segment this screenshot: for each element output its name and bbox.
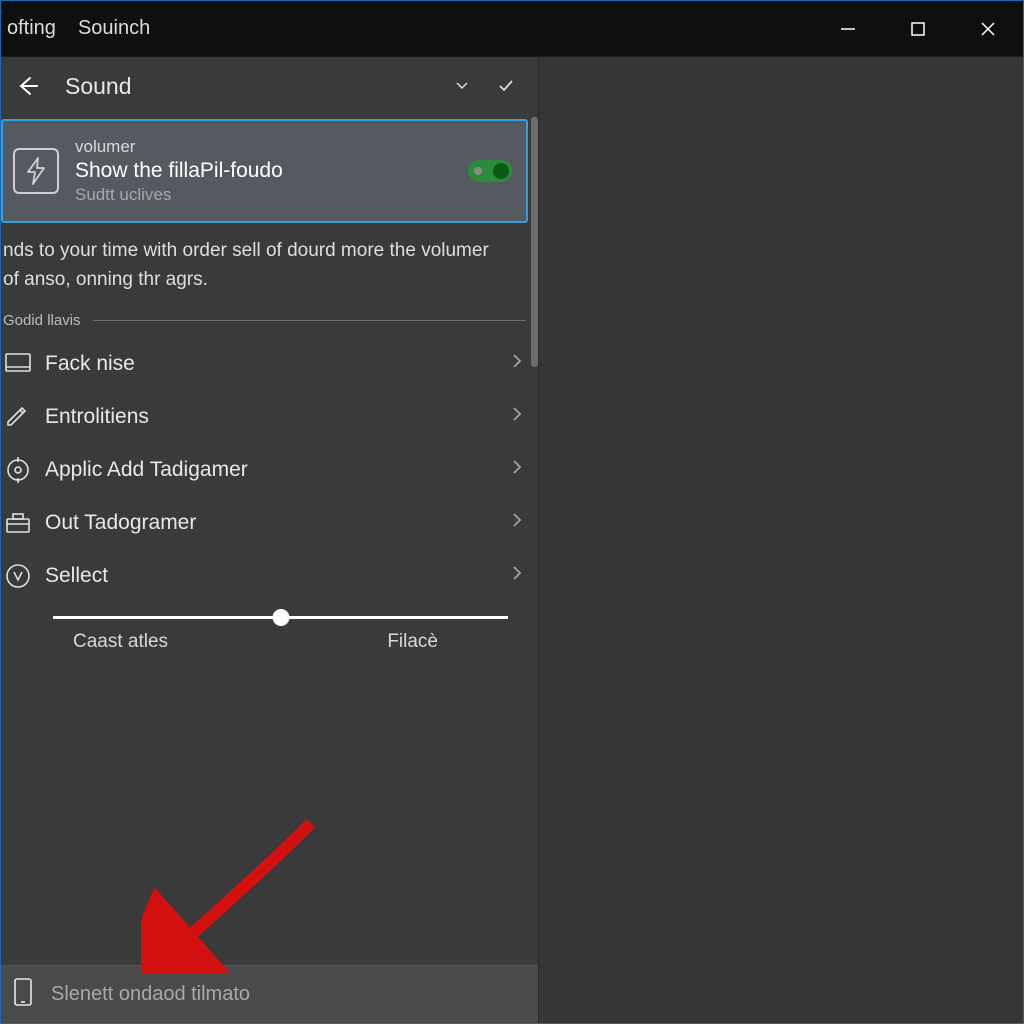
chevron-right-icon [512,565,522,586]
menu-item-applic-add[interactable]: Applic Add Tadigamer [1,443,538,496]
arrow-left-icon [15,74,39,98]
chevron-right-icon [512,353,522,374]
maximize-button[interactable] [883,1,953,56]
scrollbar[interactable] [531,117,538,367]
menu-item-sellect[interactable]: Sellect [1,549,538,602]
menu-label: Out Tadogramer [45,511,512,535]
chevron-right-icon [512,459,522,480]
panel-title: Sound [53,73,440,100]
bottom-bar[interactable]: Slenett ondaod tilmato [1,965,538,1023]
slider-labels: Caast atles Filacè [53,631,508,653]
menu-label: Entrolitiens [45,405,512,429]
dropdown-button[interactable] [440,82,484,90]
description-text: nds to your time with order sell of dour… [1,233,538,308]
menu-bar: ofting Souinch [1,17,150,40]
close-button[interactable] [953,1,1023,56]
menu-label: Applic Add Tadigamer [45,458,512,482]
toggle-switch[interactable] [468,160,512,182]
card-title: Show the fillaPil-foudo [75,159,468,183]
window-controls [813,1,1023,56]
slider-track[interactable] [53,616,508,619]
window-titlebar: ofting Souinch [1,1,1023,57]
menu-item-entrolitiens[interactable]: Entrolitiens [1,390,538,443]
minimize-button[interactable] [813,1,883,56]
slider-thumb[interactable] [272,609,289,626]
target-icon [5,457,45,483]
settings-panel: Sound volumer Show the fillaPil-foudo Su… [1,57,539,1023]
annotation-arrow [141,813,321,973]
menu-item-2[interactable]: Souinch [78,17,150,40]
confirm-button[interactable] [484,79,528,93]
bottom-bar-label: Slenett ondaod tilmato [51,983,250,1006]
chevron-right-icon [512,406,522,427]
toolbox-icon [5,512,45,534]
card-text: volumer Show the fillaPil-foudo Sudtt uc… [75,137,468,205]
slider-label-left: Caast atles [73,631,168,653]
card-subtitle: volumer [75,137,468,157]
circle-v-icon [5,563,45,589]
phone-icon [13,977,33,1013]
chevron-right-icon [512,512,522,533]
card-description: Sudtt uclives [75,185,468,205]
pencil-icon [5,405,45,429]
menu-item-1[interactable]: ofting [7,17,56,40]
lightning-icon [13,148,59,194]
menu-item-fack-nise[interactable]: Fack nise [1,337,538,390]
panel-header: Sound [1,57,538,115]
check-icon [498,79,514,93]
menu-item-out-tadogramer[interactable]: Out Tadogramer [1,496,538,549]
content-area [539,57,1023,1023]
section-label: Godid llavis [3,312,81,329]
balance-slider[interactable]: Caast atles Filacè [1,602,538,663]
chevron-down-icon [456,82,468,90]
monitor-icon [5,353,45,375]
menu-label: Sellect [45,564,512,588]
back-button[interactable] [1,74,53,98]
volume-toggle-card[interactable]: volumer Show the fillaPil-foudo Sudtt uc… [1,119,528,223]
section-header: Godid llavis [1,308,538,337]
menu-label: Fack nise [45,352,512,376]
slider-label-right: Filacè [387,631,438,653]
